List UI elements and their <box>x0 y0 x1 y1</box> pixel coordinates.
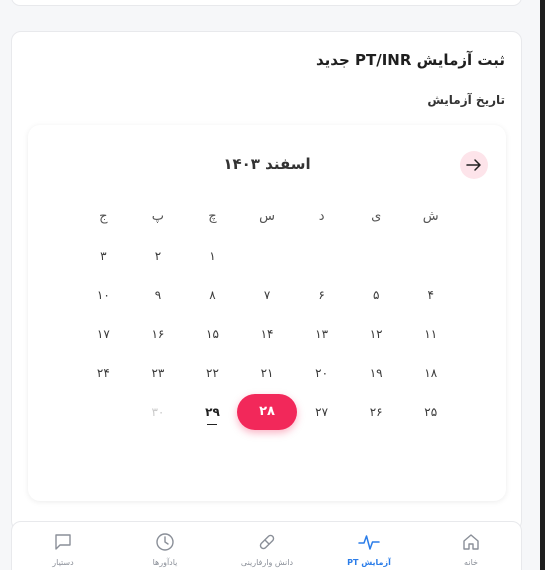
day-cell[interactable]: ۶ <box>294 275 349 314</box>
day-cell[interactable]: ۸ <box>185 275 240 314</box>
weekday-header: چ <box>208 209 217 224</box>
day-cell[interactable]: ۱۱ <box>403 314 458 353</box>
nav-label-home: خانه <box>464 558 478 567</box>
day-cell[interactable]: ۱۲ <box>349 314 404 353</box>
weekday-header: پ <box>151 209 165 224</box>
nav-item-home[interactable]: خانه <box>426 532 516 567</box>
weekday-header: ش <box>422 209 439 224</box>
day-cell[interactable]: ۲ <box>131 236 186 275</box>
day-cell[interactable]: ۲۵ <box>403 392 458 431</box>
calendar-grid: ش ی د س چ پ ج ۱ ۲ ۳ ۴ ۵ ۶ ۷ ۸ ۹ ۱۰ ۱۱ ۱۲ ۱۳ ۱۴ ۱۵ ۱۶ ۱۷ ۱۸ ۱۹ ۲۰ ۲۱… <box>76 197 458 431</box>
day-cell[interactable]: ۲۷ <box>294 392 349 431</box>
weekday-header: د <box>318 209 325 224</box>
nav-item-reminders[interactable]: یادآورها <box>120 532 210 567</box>
page-title: ثبت آزمایش PT/INR جدید <box>315 51 505 69</box>
chat-icon <box>55 534 71 550</box>
arrow-right-icon <box>466 159 481 171</box>
day-cell[interactable]: ۹ <box>131 275 186 314</box>
day-cell[interactable]: ۲۳ <box>131 353 186 392</box>
weekday-header: ی <box>371 209 382 224</box>
pill-icon <box>259 534 275 550</box>
nav-label-reminders: یادآورها <box>152 558 178 567</box>
month-title: اسفند ۱۴۰۳ <box>223 155 311 173</box>
day-cell-today[interactable]: ۲۹ <box>185 392 240 431</box>
previous-card <box>11 0 522 6</box>
nav-label-pt-test: آزمایش PT <box>347 558 391 567</box>
empty-day-cell <box>240 236 295 275</box>
nav-item-warfarin-knowledge[interactable]: دانش وارفارینی <box>222 532 312 567</box>
bottom-navigation: خانه آزمایش PT دانش وارفارینی یادآورها د… <box>11 521 522 570</box>
day-cell[interactable]: ۱۷ <box>76 314 131 353</box>
day-cell[interactable]: ۱۳ <box>294 314 349 353</box>
next-month-button[interactable] <box>460 151 488 179</box>
day-cell[interactable]: ۱۰ <box>76 275 131 314</box>
day-cell: ۳۰ <box>151 404 165 419</box>
day-cell[interactable]: ۲۱ <box>240 353 295 392</box>
calendar-header: اسفند ۱۴۰۳ <box>28 151 506 179</box>
pulse-icon <box>358 535 380 550</box>
day-cell[interactable]: ۱۸ <box>403 353 458 392</box>
window-edge <box>540 0 545 570</box>
home-icon <box>463 534 479 550</box>
day-cell[interactable]: ۱۶ <box>131 314 186 353</box>
day-cell[interactable]: ۱۹ <box>349 353 404 392</box>
empty-day-cell <box>294 236 349 275</box>
nav-item-assistant[interactable]: دستیار <box>18 532 108 567</box>
day-number: ۲۸ <box>259 404 275 419</box>
day-cell[interactable]: ۱ <box>185 236 240 275</box>
day-cell[interactable]: ۲۲ <box>185 353 240 392</box>
nav-item-pt-test[interactable]: آزمایش PT <box>324 532 414 567</box>
clock-icon <box>156 533 174 551</box>
day-cell[interactable]: ۷ <box>240 275 295 314</box>
nav-label-assistant: دستیار <box>52 558 74 567</box>
day-cell[interactable]: ۲۴ <box>76 353 131 392</box>
day-cell[interactable]: ۵ <box>349 275 404 314</box>
date-field-label: تاریخ آزمایش <box>427 93 505 107</box>
nav-label-warfarin-knowledge: دانش وارفارینی <box>240 558 294 567</box>
weekday-header: س <box>259 209 275 224</box>
day-cell[interactable]: ۲۰ <box>294 353 349 392</box>
date-picker: اسفند ۱۴۰۳ ش ی د س چ پ ج ۱ ۲ ۳ ۴ ۵ ۶ ۷ ۸ ۹ ۱۰ ۱۱ ۱۲ ۱۳ ۱۴ ۱۵ ۱… <box>28 125 506 501</box>
day-cell[interactable]: ۱۵ <box>185 314 240 353</box>
day-cell[interactable]: ۲۶ <box>349 392 404 431</box>
day-cell[interactable]: ۴ <box>403 275 458 314</box>
empty-day-cell <box>76 392 131 431</box>
new-test-card: ثبت آزمایش PT/INR جدید تاریخ آزمایش اسفن… <box>11 31 522 531</box>
day-cell[interactable]: ۱۴ <box>240 314 295 353</box>
weekday-header: ج <box>99 209 108 224</box>
day-cell[interactable]: ۳ <box>76 236 131 275</box>
empty-day-cell <box>349 236 404 275</box>
day-cell-selected[interactable]: ۲۸ <box>237 392 298 431</box>
empty-day-cell <box>403 236 458 275</box>
